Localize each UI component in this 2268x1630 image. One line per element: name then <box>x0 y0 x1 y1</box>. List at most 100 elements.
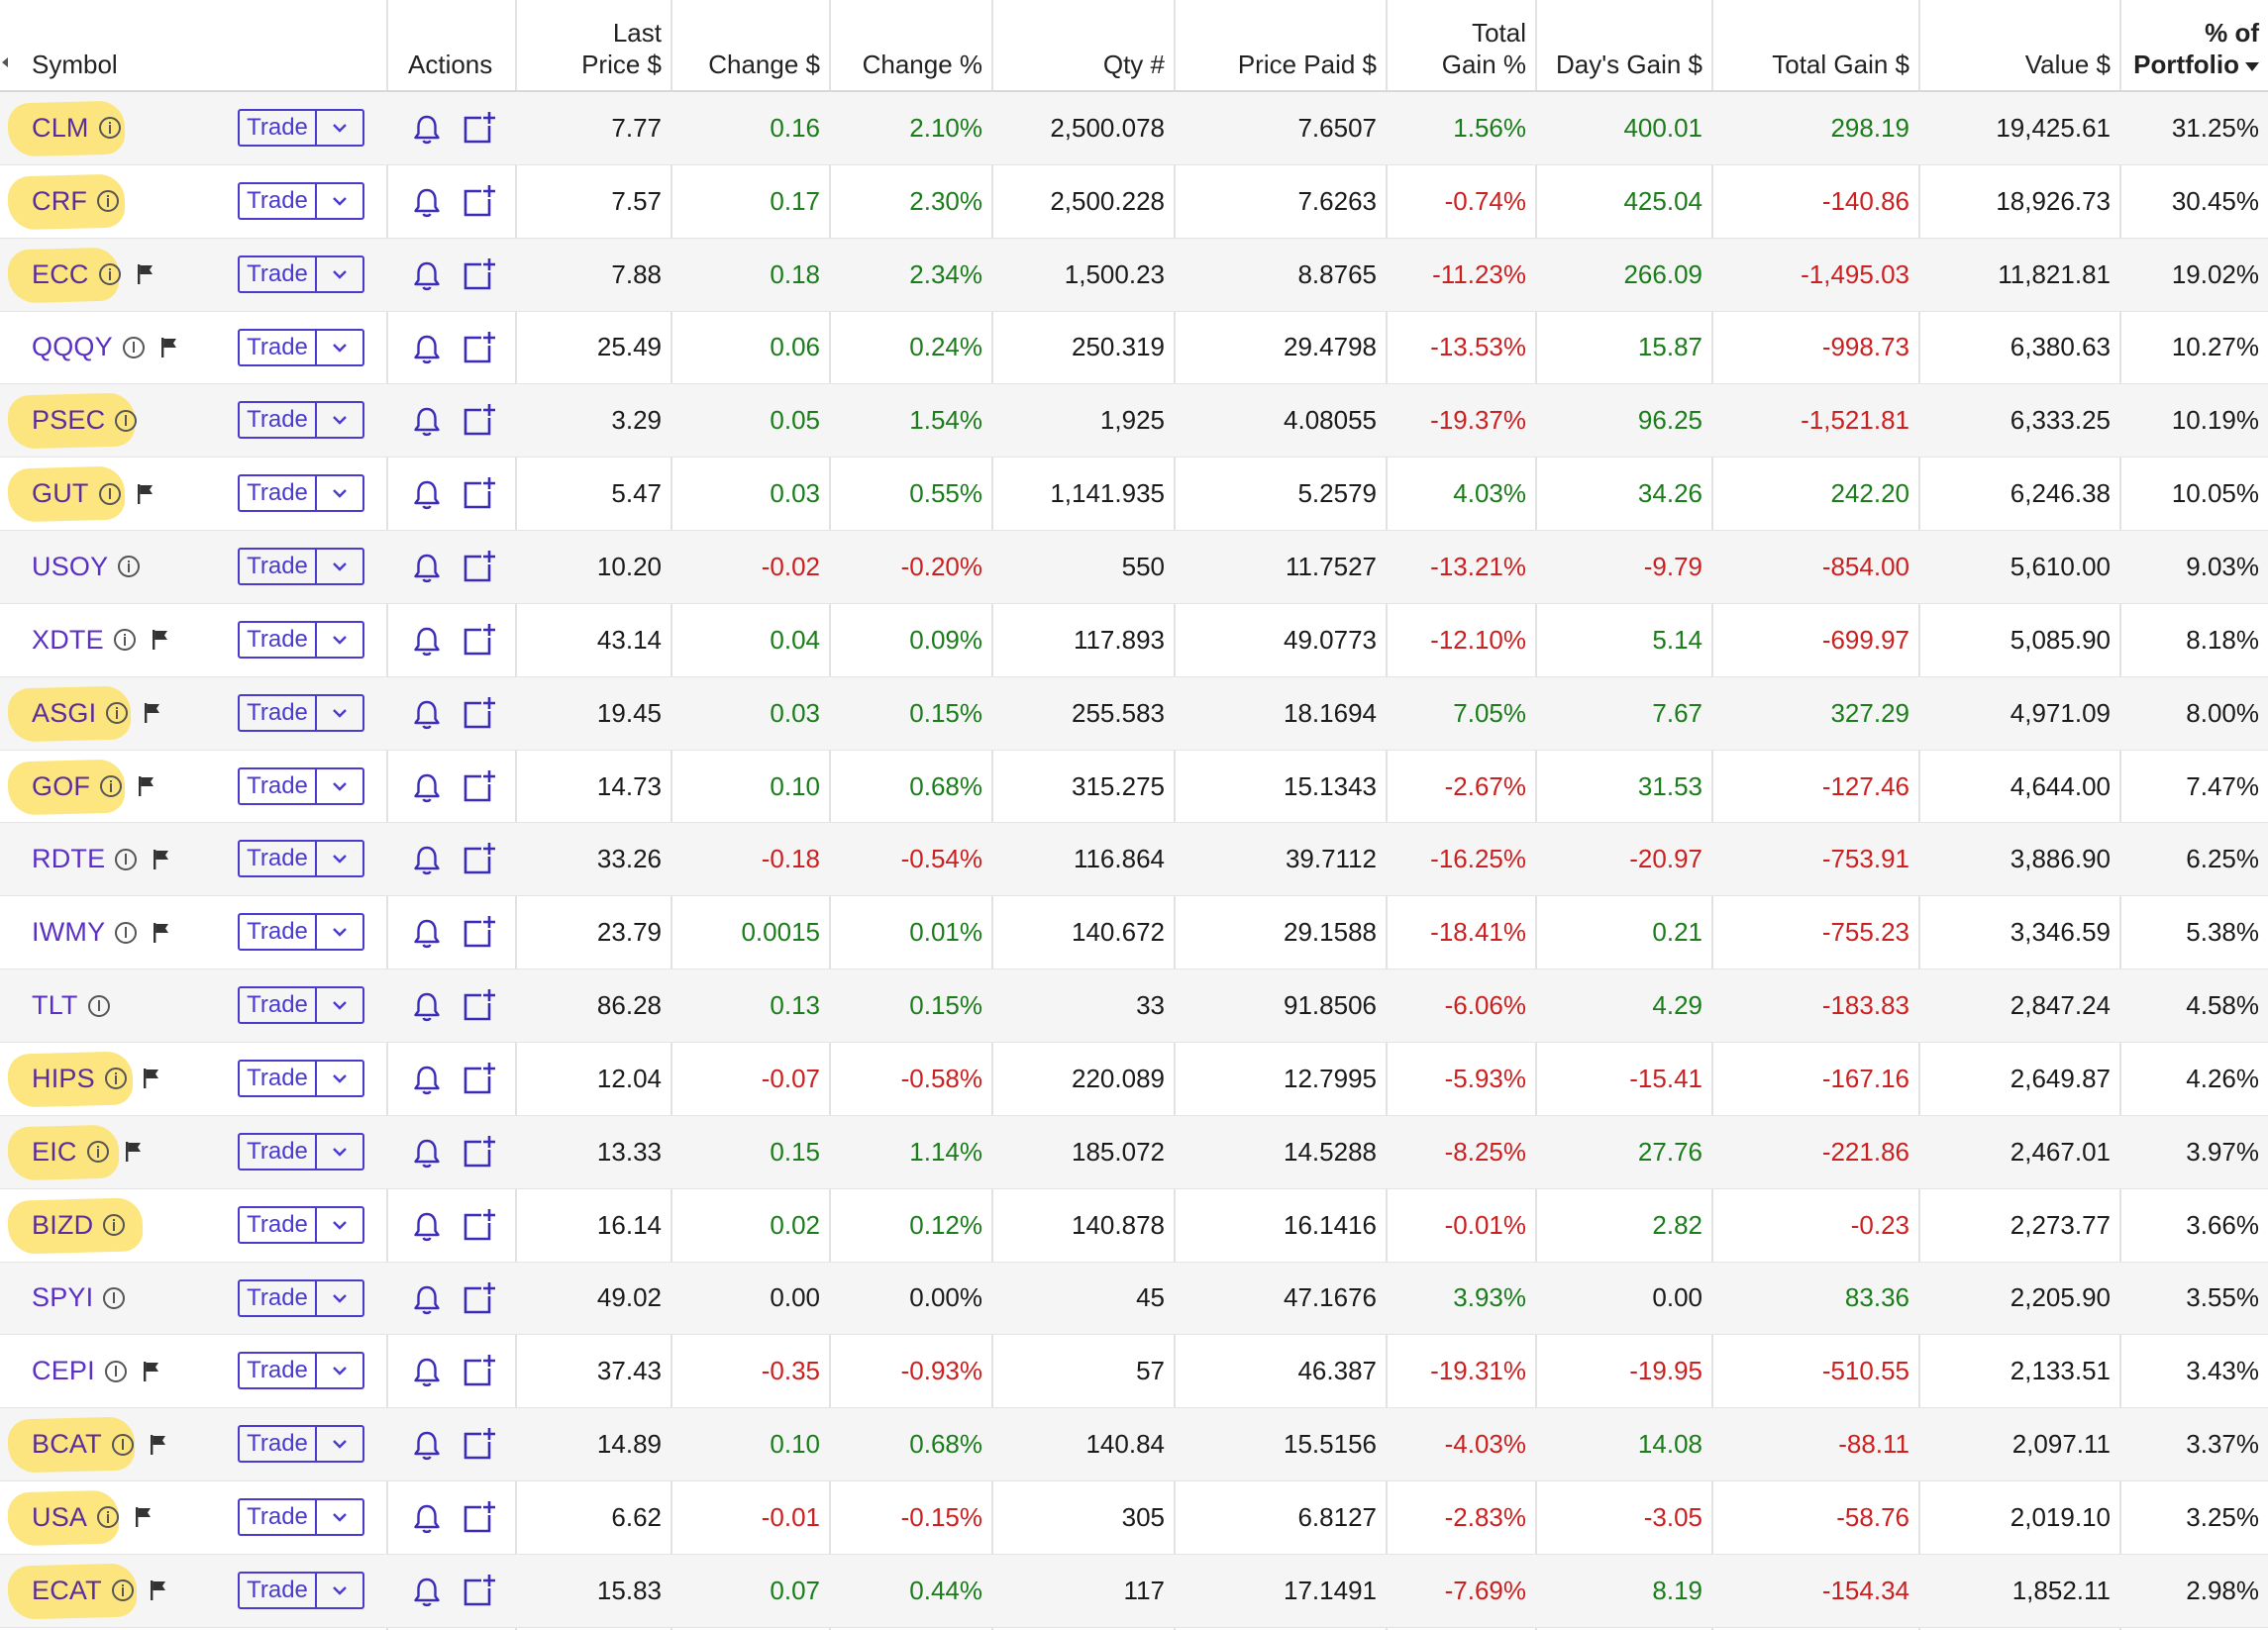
info-icon[interactable] <box>118 556 141 578</box>
alert-bell-icon[interactable] <box>412 553 442 584</box>
trade-button[interactable]: Trade <box>240 330 317 364</box>
add-to-watchlist-icon[interactable] <box>462 1353 497 1388</box>
trade-menu-toggle[interactable] <box>317 1500 362 1534</box>
info-icon[interactable] <box>122 336 145 358</box>
add-to-watchlist-icon[interactable] <box>462 841 497 876</box>
flag-icon[interactable] <box>150 1434 167 1456</box>
info-icon[interactable] <box>86 1141 109 1164</box>
add-to-watchlist-icon[interactable] <box>462 1499 497 1535</box>
trade-button[interactable]: Trade <box>240 1354 317 1388</box>
add-to-watchlist-icon[interactable] <box>462 330 497 365</box>
trade-menu-toggle[interactable] <box>317 988 362 1022</box>
alert-bell-icon[interactable] <box>412 845 442 876</box>
symbol-link[interactable]: USA <box>32 1502 87 1533</box>
add-to-watchlist-icon[interactable] <box>462 622 497 658</box>
symbol-link[interactable]: ASGI <box>32 698 96 729</box>
table-row[interactable]: USOY Trade 10.20 -0.02 -0.20% 550 11.7527 -13… <box>0 531 2268 604</box>
symbol-link[interactable]: XDTE <box>32 625 104 656</box>
info-icon[interactable] <box>97 190 120 213</box>
info-icon[interactable] <box>97 1506 120 1529</box>
add-to-watchlist-icon[interactable] <box>462 914 497 950</box>
trade-menu-toggle[interactable] <box>317 842 362 875</box>
flag-icon[interactable] <box>138 775 155 797</box>
alert-bell-icon[interactable] <box>412 918 442 950</box>
column-header-value[interactable]: Value $ <box>1919 49 2111 80</box>
table-row[interactable]: BCAT Trade 14.89 0.10 0.68% 140.84 15.5156 -4… <box>0 1408 2268 1482</box>
trade-button[interactable]: Trade <box>240 1061 317 1095</box>
add-to-watchlist-icon[interactable] <box>462 768 497 804</box>
symbol-link[interactable]: USOY <box>32 552 108 582</box>
alert-bell-icon[interactable] <box>412 699 442 731</box>
trade-menu-toggle[interactable] <box>317 257 362 291</box>
info-icon[interactable] <box>115 921 138 944</box>
table-row[interactable]: CEPI Trade 37.43 -0.35 -0.93% 57 46.387 -19.3… <box>0 1335 2268 1409</box>
column-header-qty[interactable]: Qty # <box>992 49 1165 80</box>
trade-button[interactable]: Trade <box>240 842 317 876</box>
alert-bell-icon[interactable] <box>412 187 442 219</box>
symbol-link[interactable]: BCAT <box>32 1429 102 1460</box>
flag-icon[interactable] <box>150 1579 167 1601</box>
flag-icon[interactable] <box>153 922 170 944</box>
add-to-watchlist-icon[interactable] <box>462 1280 497 1316</box>
info-icon[interactable] <box>100 775 123 798</box>
column-header-total-gain-pct[interactable]: Total Gain % <box>1387 17 1526 80</box>
symbol-link[interactable]: CRF <box>32 186 87 217</box>
add-to-watchlist-icon[interactable] <box>462 183 497 219</box>
info-icon[interactable] <box>106 702 129 725</box>
trade-menu-toggle[interactable] <box>317 1208 362 1242</box>
column-header-change-usd[interactable]: Change $ <box>671 49 820 80</box>
flag-icon[interactable] <box>143 1361 160 1382</box>
symbol-link[interactable]: BIZD <box>32 1210 93 1241</box>
info-icon[interactable] <box>104 1360 127 1382</box>
table-row[interactable]: RDTE Trade 33.26 -0.18 -0.54% 116.864 39.711… <box>0 823 2268 897</box>
symbol-link[interactable]: QQQY <box>32 332 113 362</box>
flag-icon[interactable] <box>137 483 155 505</box>
alert-bell-icon[interactable] <box>412 1430 442 1462</box>
trade-menu-toggle[interactable] <box>317 1354 362 1387</box>
table-row[interactable]: BIZD Trade 16.14 0.02 0.12% 140.878 16.1416 -… <box>0 1189 2268 1263</box>
trade-menu-toggle[interactable] <box>317 1281 362 1315</box>
info-icon[interactable] <box>103 1286 126 1309</box>
trade-button[interactable]: Trade <box>240 622 317 657</box>
alert-bell-icon[interactable] <box>412 991 442 1023</box>
add-to-watchlist-icon[interactable] <box>462 987 497 1023</box>
trade-menu-toggle[interactable] <box>317 1574 362 1607</box>
trade-button[interactable]: Trade <box>240 915 317 950</box>
trade-button[interactable]: Trade <box>240 256 317 291</box>
alert-bell-icon[interactable] <box>412 1211 442 1243</box>
trade-button[interactable]: Trade <box>240 768 317 803</box>
table-row[interactable]: ASGI Trade 19.45 0.03 0.15% 255.583 18.1694 7… <box>0 676 2268 751</box>
symbol-link[interactable]: ECAT <box>32 1576 102 1606</box>
add-to-watchlist-icon[interactable] <box>462 1207 497 1243</box>
alert-bell-icon[interactable] <box>412 406 442 438</box>
flag-icon[interactable] <box>135 1506 153 1528</box>
table-row[interactable]: ECAT Trade 15.83 0.07 0.44% 117 17.1491 -7.69… <box>0 1554 2268 1628</box>
trade-menu-toggle[interactable] <box>317 623 362 657</box>
flag-icon[interactable] <box>153 849 170 870</box>
column-header-portfolio-pct[interactable]: % of Portfolio <box>2120 17 2259 80</box>
symbol-link[interactable]: ECC <box>32 259 89 290</box>
table-row[interactable]: CRF Trade 7.57 0.17 2.30% 2,500.228 7.6263 -0… <box>0 165 2268 239</box>
table-row[interactable]: PSEC Trade 3.29 0.05 1.54% 1,925 4.08055 -19.… <box>0 384 2268 458</box>
trade-button[interactable]: Trade <box>240 988 317 1023</box>
trade-menu-toggle[interactable] <box>317 403 362 437</box>
trade-menu-toggle[interactable] <box>317 331 362 364</box>
table-row[interactable]: ECC Trade 7.88 0.18 2.34% 1,500.23 8.8765 -11… <box>0 238 2268 312</box>
trade-button[interactable]: Trade <box>240 403 317 438</box>
trade-button[interactable]: Trade <box>240 1427 317 1462</box>
table-row[interactable]: SPYI Trade 49.02 0.00 0.00% 45 47.1676 3.93% 0… <box>0 1262 2268 1336</box>
table-row[interactable]: HIPS Trade 12.04 -0.07 -0.58% 220.089 12.799… <box>0 1043 2268 1116</box>
alert-bell-icon[interactable] <box>412 1065 442 1096</box>
symbol-link[interactable]: CEPI <box>32 1356 95 1386</box>
add-to-watchlist-icon[interactable] <box>462 475 497 511</box>
table-row[interactable]: USA Trade 6.62 -0.01 -0.15% 305 6.8127 -2.83%… <box>0 1481 2268 1555</box>
alert-bell-icon[interactable] <box>412 772 442 804</box>
info-icon[interactable] <box>98 117 121 140</box>
table-row[interactable]: GUT Trade 5.47 0.03 0.55% 1,141.935 5.2579 4.… <box>0 458 2268 532</box>
trade-menu-toggle[interactable] <box>317 476 362 510</box>
symbol-link[interactable]: PSEC <box>32 405 105 436</box>
info-icon[interactable] <box>113 629 136 652</box>
info-icon[interactable] <box>104 1068 127 1090</box>
add-to-watchlist-icon[interactable] <box>462 1426 497 1462</box>
trade-button[interactable]: Trade <box>240 1207 317 1242</box>
